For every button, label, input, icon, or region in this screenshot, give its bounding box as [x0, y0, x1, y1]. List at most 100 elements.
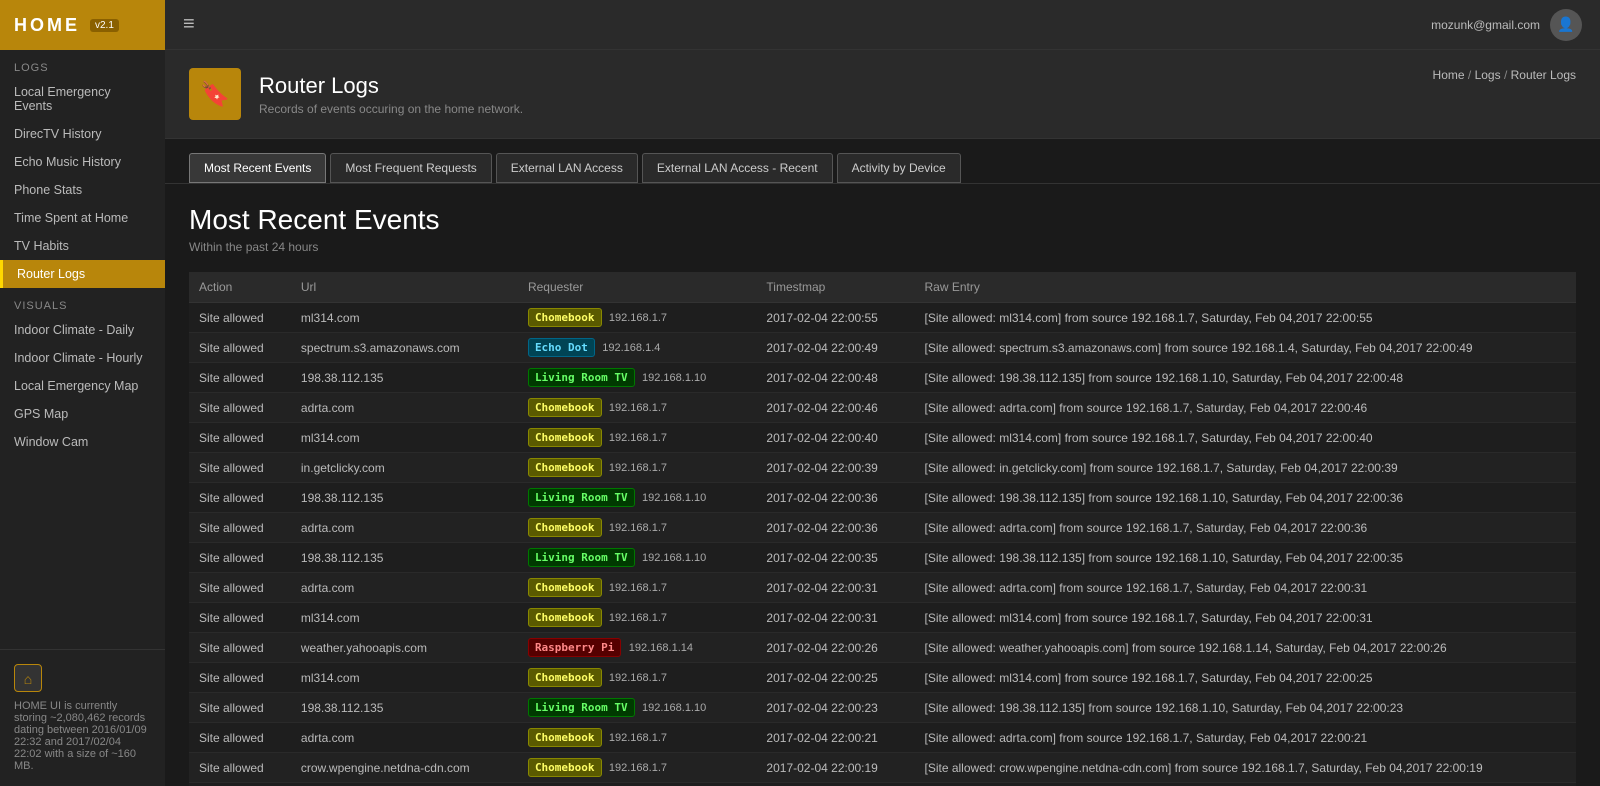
sidebar-item-indoor-climate-daily[interactable]: Indoor Climate - Daily — [0, 316, 165, 344]
cell-timestamp: 2017-02-04 22:00:49 — [756, 333, 914, 363]
sidebar-item-local-emergency-events[interactable]: Local Emergency Events — [0, 78, 165, 120]
requester-badge: Chomebook — [528, 428, 602, 447]
table-row: Site allowed 198.38.112.135 Living Room … — [189, 693, 1576, 723]
requester-ip: 192.168.1.7 — [609, 432, 667, 444]
section-subtitle: Within the past 24 hours — [189, 240, 1576, 254]
cell-action: Site allowed — [189, 483, 291, 513]
requester-ip: 192.168.1.7 — [609, 402, 667, 414]
cell-requester: Chomebook 192.168.1.7 — [518, 603, 756, 633]
cell-requester: Chomebook 192.168.1.7 — [518, 303, 756, 333]
cell-action: Site allowed — [189, 783, 291, 786]
tab-most-recent[interactable]: Most Recent Events — [189, 153, 326, 183]
table-row: Site allowed adrta.com Chomebook 192.168… — [189, 573, 1576, 603]
section-title: Most Recent Events — [189, 204, 1576, 236]
user-avatar: 👤 — [1550, 9, 1582, 41]
content-area: 🔖 Router Logs Records of events occuring… — [165, 50, 1600, 786]
page-header-text: Router Logs Records of events occuring o… — [259, 73, 523, 116]
sidebar-item-tv-habits[interactable]: TV Habits — [0, 232, 165, 260]
cell-timestamp: 2017-02-04 22:00:36 — [756, 513, 914, 543]
tab-most-frequent[interactable]: Most Frequent Requests — [330, 153, 491, 183]
requester-badge: Chomebook — [528, 668, 602, 687]
cell-raw: [Site allowed: ml314.com] from source 19… — [915, 423, 1577, 453]
sidebar-logo: HOME — [14, 15, 80, 36]
requester-ip: 192.168.1.7 — [609, 582, 667, 594]
table-row: Site allowed 198.38.112.135 Living Room … — [189, 543, 1576, 573]
cell-action: Site allowed — [189, 453, 291, 483]
cell-raw: [Site allowed: crow.wpengine.netdna-cdn.… — [915, 753, 1577, 783]
tab-external-lan[interactable]: External LAN Access — [496, 153, 638, 183]
sidebar-item-time-spent-home[interactable]: Time Spent at Home — [0, 204, 165, 232]
cell-requester: Living Room TV 192.168.1.10 — [518, 363, 756, 393]
router-logs-icon: 🔖 — [189, 68, 241, 120]
sidebar-item-echo-music-history[interactable]: Echo Music History — [0, 148, 165, 176]
cell-url: adrta.com — [291, 573, 518, 603]
topbar-right: mozunk@gmail.com 👤 — [1431, 9, 1582, 41]
cell-timestamp: 2017-02-04 22:00:26 — [756, 633, 914, 663]
breadcrumb-home[interactable]: Home — [1433, 68, 1465, 82]
breadcrumb-router-logs: Router Logs — [1511, 68, 1576, 82]
sidebar-item-router-logs[interactable]: Router Logs — [0, 260, 165, 288]
col-raw-entry: Raw Entry — [915, 272, 1577, 303]
cell-timestamp: 2017-02-04 22:00:31 — [756, 573, 914, 603]
home-icon: ⌂ — [14, 664, 42, 692]
cell-timestamp: 2017-02-04 22:00:39 — [756, 453, 914, 483]
tabs-bar: Most Recent Events Most Frequent Request… — [165, 139, 1600, 184]
cell-requester: Echo Dot 192.168.1.4 — [518, 333, 756, 363]
sidebar-item-directv-history[interactable]: DirecTV History — [0, 120, 165, 148]
requester-badge: Chomebook — [528, 728, 602, 747]
requester-badge: Chomebook — [528, 308, 602, 327]
breadcrumb: Home / Logs / Router Logs — [1433, 68, 1576, 82]
cell-timestamp: 2017-02-04 22:00:31 — [756, 603, 914, 633]
cell-raw: [Site allowed: 198.38.112.135] from sour… — [915, 543, 1577, 573]
cell-url: adrta.com — [291, 393, 518, 423]
hamburger-button[interactable]: ≡ — [183, 13, 195, 36]
cell-requester: Chomebook 192.168.1.7 — [518, 573, 756, 603]
breadcrumb-logs[interactable]: Logs — [1475, 68, 1501, 82]
sidebar-footer: ⌂ HOME UI is currently storing ~2,080,46… — [0, 649, 165, 786]
requester-ip: 192.168.1.14 — [629, 642, 693, 654]
tab-activity-by-device[interactable]: Activity by Device — [837, 153, 961, 183]
cell-requester: Living Room TV 192.168.1.10 — [518, 693, 756, 723]
requester-ip: 192.168.1.7 — [609, 312, 667, 324]
topbar: ≡ mozunk@gmail.com 👤 — [165, 0, 1600, 50]
sidebar-item-local-emergency-map[interactable]: Local Emergency Map — [0, 372, 165, 400]
requester-badge: Chomebook — [528, 398, 602, 417]
cell-requester: Chomebook 192.168.1.7 — [518, 453, 756, 483]
cell-raw: [Site allowed: 198.38.112.135] from sour… — [915, 483, 1577, 513]
requester-ip: 192.168.1.7 — [609, 522, 667, 534]
cell-requester: Chomebook 192.168.1.7 — [518, 753, 756, 783]
page-title: Router Logs — [259, 73, 523, 99]
cell-url: ml314.com — [291, 303, 518, 333]
requester-ip: 192.168.1.7 — [609, 612, 667, 624]
cell-timestamp: 2017-02-04 22:00:46 — [756, 393, 914, 423]
cell-action: Site allowed — [189, 753, 291, 783]
cell-raw: [Site allowed: beacon.krxd.net] from sou… — [915, 783, 1577, 786]
cell-timestamp: 2017-02-04 22:00:36 — [756, 483, 914, 513]
sidebar-item-window-cam[interactable]: Window Cam — [0, 428, 165, 456]
sidebar-item-phone-stats[interactable]: Phone Stats — [0, 176, 165, 204]
cell-timestamp: 2017-02-04 22:00:23 — [756, 693, 914, 723]
cell-timestamp: 2017-02-04 22:00:21 — [756, 723, 914, 753]
table-row: Site allowed in.getclicky.com Chomebook … — [189, 453, 1576, 483]
cell-requester: Living Room TV 192.168.1.10 — [518, 543, 756, 573]
cell-action: Site allowed — [189, 573, 291, 603]
page-subtitle: Records of events occuring on the home n… — [259, 102, 523, 116]
cell-url: adrta.com — [291, 723, 518, 753]
cell-raw: [Site allowed: adrta.com] from source 19… — [915, 573, 1577, 603]
table-row: Site allowed adrta.com Chomebook 192.168… — [189, 513, 1576, 543]
cell-requester: Chomebook 192.168.1.7 — [518, 663, 756, 693]
cell-url: spectrum.s3.amazonaws.com — [291, 333, 518, 363]
cell-action: Site allowed — [189, 303, 291, 333]
sidebar-item-indoor-climate-hourly[interactable]: Indoor Climate - Hourly — [0, 344, 165, 372]
main-content: ≡ mozunk@gmail.com 👤 🔖 Router Logs Recor… — [165, 0, 1600, 786]
cell-raw: [Site allowed: spectrum.s3.amazonaws.com… — [915, 333, 1577, 363]
requester-badge: Raspberry Pi — [528, 638, 621, 657]
cell-url: 198.38.112.135 — [291, 543, 518, 573]
cell-url: ml314.com — [291, 663, 518, 693]
sidebar-item-gps-map[interactable]: GPS Map — [0, 400, 165, 428]
table-row: Site allowed ml314.com Chomebook 192.168… — [189, 423, 1576, 453]
tab-external-lan-recent[interactable]: External LAN Access - Recent — [642, 153, 833, 183]
cell-timestamp: 2017-02-04 22:00:19 — [756, 753, 914, 783]
cell-requester: Chomebook 192.168.1.7 — [518, 513, 756, 543]
requester-badge: Living Room TV — [528, 368, 635, 387]
